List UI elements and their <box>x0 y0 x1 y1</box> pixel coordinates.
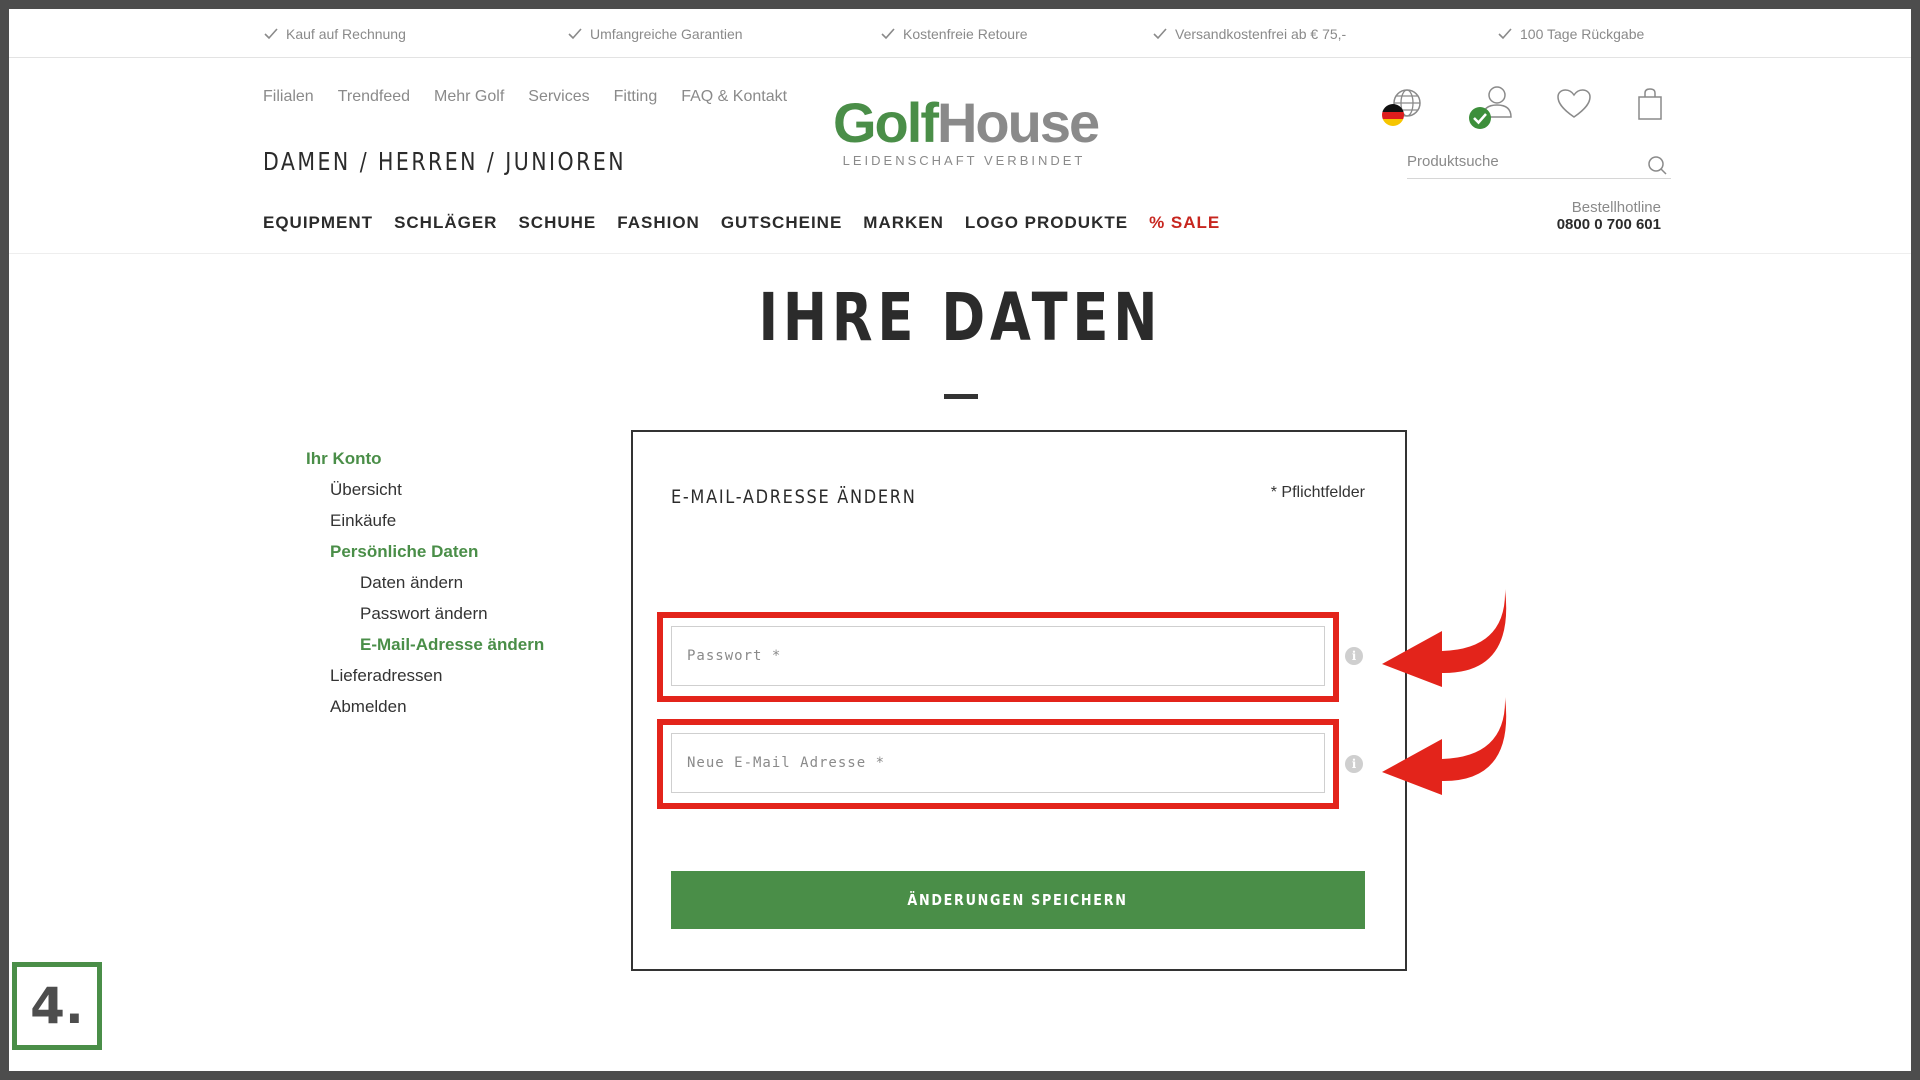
usp-label: Kauf auf Rechnung <box>286 26 406 42</box>
search-bar <box>1407 153 1671 179</box>
hotline-number[interactable]: 0800 0 700 601 <box>1557 216 1661 233</box>
shopping-bag-icon <box>1638 88 1662 120</box>
search-input[interactable] <box>1407 153 1627 170</box>
page-title-text: IHRE DATEN <box>758 279 1162 356</box>
search-icon[interactable] <box>1647 155 1667 180</box>
highlight-email <box>657 719 1339 809</box>
usp-bar: Kauf auf Rechnung Umfangreiche Garantien… <box>9 9 1911 58</box>
header-divider <box>9 253 1911 254</box>
service-link-filialen[interactable]: Filialen <box>263 88 314 106</box>
email-info-icon[interactable]: i <box>1345 755 1363 773</box>
sidebar-item-change-data[interactable]: Daten ändern <box>306 567 544 598</box>
service-link-trendfeed[interactable]: Trendfeed <box>338 88 410 106</box>
save-changes-button[interactable]: ÄNDERUNGEN SPEICHERN <box>671 871 1365 929</box>
save-changes-label: ÄNDERUNGEN SPEICHERN <box>907 891 1129 909</box>
golfhouse-logo[interactable]: GolfHouse LEIDENSCHAFT VERBINDET <box>833 95 1100 169</box>
usp-label: Kostenfreie Retoure <box>903 26 1028 42</box>
service-link-services[interactable]: Services <box>528 88 589 106</box>
email-field-wrap <box>671 733 1325 793</box>
nav-schuhe[interactable]: SCHUHE <box>518 213 596 233</box>
country-selector[interactable] <box>1379 85 1425 136</box>
check-icon <box>1153 28 1167 40</box>
password-field-wrap <box>671 626 1325 686</box>
nav-gutscheine[interactable]: GUTSCHEINE <box>721 213 842 233</box>
logo-tagline: LEIDENSCHAFT VERBINDET <box>842 153 1086 168</box>
sidebar-item-personal-data[interactable]: Persönliche Daten <box>306 536 544 567</box>
check-icon <box>568 28 582 40</box>
title-divider <box>944 394 978 399</box>
check-icon <box>264 28 278 40</box>
step-number-badge: 4. <box>12 962 102 1050</box>
sidebar-item-change-email[interactable]: E-Mail-Adresse ändern <box>306 629 544 660</box>
change-email-form: E-MAIL-ADRESSE ÄNDERN * Pflichtfelder i … <box>631 430 1407 971</box>
wishlist-button[interactable] <box>1556 88 1592 125</box>
globe-icon <box>1382 89 1421 126</box>
page-title: IHRE DATEN <box>9 279 1911 356</box>
heart-icon <box>1557 89 1591 118</box>
sidebar-item-overview[interactable]: Übersicht <box>306 474 544 505</box>
logo-house: House <box>936 91 1100 154</box>
usp-label: Versandkostenfrei ab € 75,- <box>1175 26 1347 42</box>
usp-item: Versandkostenfrei ab € 75,- <box>1153 26 1346 42</box>
sidebar-item-addresses[interactable]: Lieferadressen <box>306 660 544 691</box>
account-sidebar: Ihr Konto Übersicht Einkäufe Persönliche… <box>306 443 544 722</box>
required-fields-note: * Pflichtfelder <box>1270 484 1365 501</box>
service-link-fitting[interactable]: Fitting <box>614 88 658 106</box>
new-email-input[interactable] <box>672 734 1324 792</box>
gender-nav[interactable]: DAMEN / HERREN / JUNIOREN <box>263 147 626 176</box>
screenshot-frame: Kauf auf Rechnung Umfangreiche Garantien… <box>9 9 1911 1071</box>
order-hotline: Bestellhotline 0800 0 700 601 <box>1557 199 1661 233</box>
red-arrow-icon <box>1382 697 1507 795</box>
service-link-faq[interactable]: FAQ & Kontakt <box>681 88 787 106</box>
nav-fashion[interactable]: FASHION <box>617 213 700 233</box>
nav-schlaeger[interactable]: SCHLÄGER <box>394 213 497 233</box>
cart-button[interactable] <box>1636 87 1664 126</box>
logo-golf: Golf <box>833 91 939 154</box>
usp-item: Kostenfreie Retoure <box>881 26 1028 42</box>
usp-item: Umfangreiche Garantien <box>568 26 743 42</box>
sidebar-item-change-password[interactable]: Passwort ändern <box>306 598 544 629</box>
header-icons <box>1379 85 1671 135</box>
sidebar-item-purchases[interactable]: Einkäufe <box>306 505 544 536</box>
sidebar-item-account[interactable]: Ihr Konto <box>306 443 544 474</box>
highlight-password <box>657 612 1339 702</box>
sidebar-item-logout[interactable]: Abmelden <box>306 691 544 722</box>
usp-item: Kauf auf Rechnung <box>264 26 406 42</box>
check-icon <box>881 28 895 40</box>
german-flag-icon <box>1382 104 1404 126</box>
password-input[interactable] <box>672 627 1324 685</box>
nav-sale[interactable]: % SALE <box>1149 213 1220 233</box>
service-link-mehr-golf[interactable]: Mehr Golf <box>434 88 504 106</box>
service-nav: Filialen Trendfeed Mehr Golf Services Fi… <box>263 88 787 106</box>
nav-logo-produkte[interactable]: LOGO PRODUKTE <box>965 213 1128 233</box>
nav-equipment[interactable]: EQUIPMENT <box>263 213 373 233</box>
nav-marken[interactable]: MARKEN <box>863 213 944 233</box>
main-nav: EQUIPMENT SCHLÄGER SCHUHE FASHION GUTSCH… <box>263 213 1220 233</box>
usp-item: 100 Tage Rückgabe <box>1498 26 1644 42</box>
usp-label: 100 Tage Rückgabe <box>1520 26 1645 42</box>
form-title: E-MAIL-ADRESSE ÄNDERN <box>671 486 917 508</box>
account-button[interactable] <box>1465 85 1519 138</box>
check-icon <box>1498 28 1512 40</box>
user-logged-in-icon <box>1469 86 1512 129</box>
red-arrow-icon <box>1382 589 1507 687</box>
hotline-label: Bestellhotline <box>1571 199 1661 216</box>
usp-label: Umfangreiche Garantien <box>590 26 743 42</box>
logo-wordmark: GolfHouse <box>833 95 1100 151</box>
password-info-icon[interactable]: i <box>1345 647 1363 665</box>
